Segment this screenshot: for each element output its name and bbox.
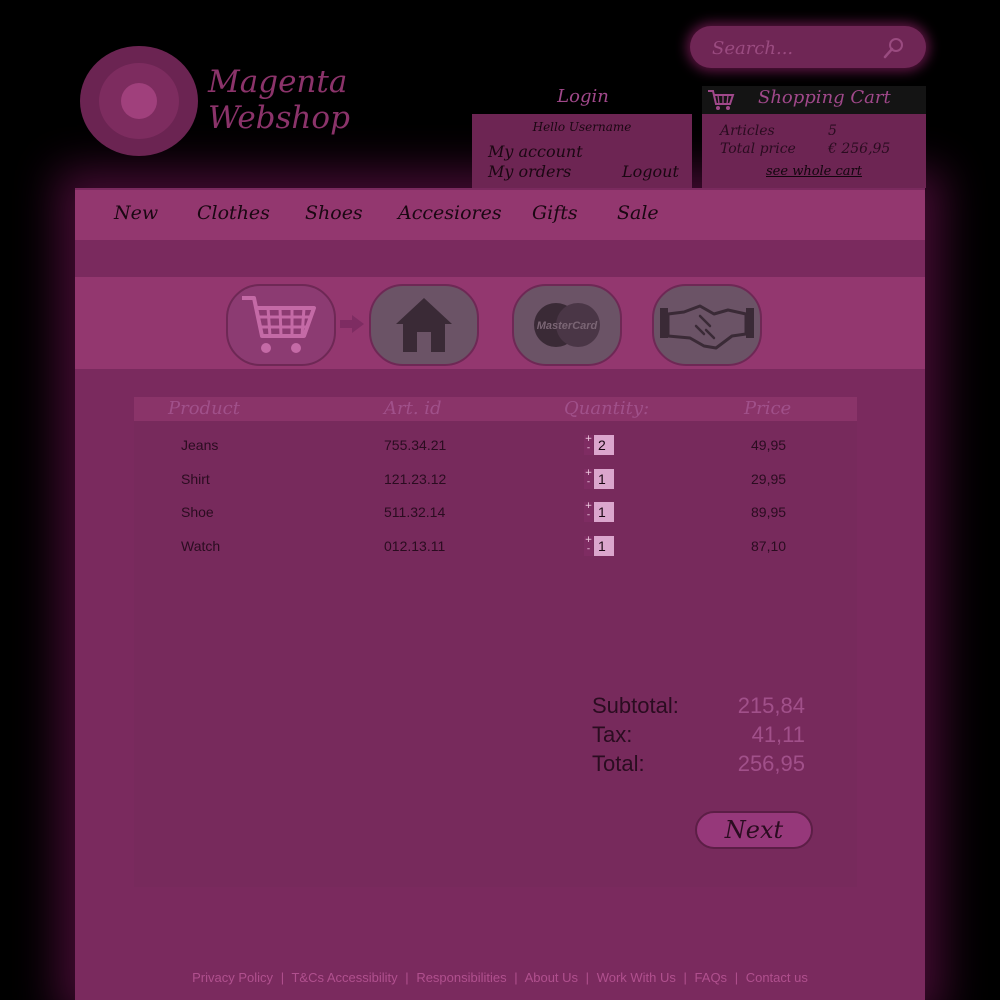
footer-separator: | [514,970,518,985]
row-2-art-id: 121.23.12 [384,471,447,487]
footer-separator: | [683,970,687,985]
my-account-link[interactable]: My account [488,142,583,161]
total-value: 256,95 [737,751,805,776]
footer-separator: | [734,970,739,985]
step-arrow-icon [340,315,364,333]
row-2-price: 29,95 [751,471,787,487]
row-2-quantity: + - 1 [584,469,614,489]
quantity-input[interactable]: 1 [594,469,614,489]
logo-dot [121,83,157,119]
login-title: Login [557,86,609,107]
mastercard-text: MasterCard [537,320,598,332]
row-1-quantity: + - 2 [584,435,614,455]
cart-title: Shopping Cart [758,87,891,108]
logo-icon [80,46,198,156]
shopping-cart-icon [708,90,735,110]
quantity-input[interactable]: 2 [594,435,614,455]
search-bar [690,26,926,68]
footer-about-link[interactable]: About Us [525,970,578,985]
subtotal-label: Subtotal: [592,693,679,718]
footer-links: Privacy Policy | T&Cs Accessibility | Re… [75,970,925,985]
cart-icon [242,296,316,353]
row-1-product: Jeans [181,437,219,453]
articles-value: 5 [828,123,837,139]
row-3-product: Shoe [181,504,214,520]
logo-text[interactable]: Magenta Webshop [208,64,350,136]
articles-label: Articles [720,123,775,139]
footer-privacy-link[interactable]: Privacy Policy [192,970,273,985]
quantity-stepper[interactable]: + - [584,536,593,556]
step-confirm[interactable] [652,284,762,366]
row-4-art-id: 012.13.11 [384,538,446,554]
see-whole-cart-link[interactable]: see whole cart [702,164,926,179]
house-icon [396,298,452,352]
quantity-input[interactable]: 1 [594,502,614,522]
footer-separator: | [405,970,409,985]
nav-item-clothes[interactable]: Clothes [197,202,270,224]
my-orders-link[interactable]: My orders [488,162,571,181]
quantity-stepper[interactable]: + - [584,435,593,455]
step-cart[interactable] [226,284,336,366]
row-4-price: 87,10 [751,538,787,554]
cart-header: Shopping Cart [702,86,926,114]
col-art-id: Art. id [384,398,442,419]
row-3-quantity: + - 1 [584,502,614,522]
tax-value: 41,11 [751,722,805,747]
greeting-text: Hello Username [532,120,632,134]
nav-item-sale[interactable]: Sale [617,202,659,224]
col-product: Product [168,398,240,419]
next-button[interactable]: Next [695,811,813,849]
footer-responsibilities-link[interactable]: Responsibilities [416,970,506,985]
row-2-product: Shirt [181,471,210,487]
total-price-label: Total price [720,141,796,157]
tax-label: Tax: [592,722,633,747]
nav-item-gifts[interactable]: Gifts [532,202,578,224]
nav-item-new[interactable]: New [114,202,158,224]
checkout-steps [75,277,925,369]
row-4-quantity: + - 1 [584,536,614,556]
row-1-art-id: 755.34.21 [384,437,447,453]
footer-contact-link[interactable]: Contact us [746,970,808,985]
row-4-product: Watch [181,538,221,554]
subtotal-value: 215,84 [737,693,805,718]
handshake-icon [660,304,754,350]
search-icon[interactable] [882,36,906,60]
step-address[interactable] [369,284,479,366]
footer-work-link[interactable]: Work With Us [597,970,676,985]
logout-link[interactable]: Logout [622,162,679,181]
footer-separator: | [585,970,590,985]
quantity-stepper[interactable]: + - [584,469,593,489]
quantity-stepper[interactable]: + - [584,502,593,522]
col-price: Price [744,398,792,419]
nav-item-shoes[interactable]: Shoes [305,202,363,224]
total-price-value: € 256,95 [828,141,891,157]
footer-separator: | [280,970,285,985]
cart-summary: Articles 5 Total price € 256,95 see whol… [702,114,926,188]
login-box: Hello Username My account My orders Logo… [472,114,692,188]
footer-faqs-link[interactable]: FAQs [695,970,728,985]
footer-tcs-link[interactable]: T&Cs Accessibility [291,970,397,985]
row-3-art-id: 511.32.14 [384,504,446,520]
main-nav: New Clothes Shoes Accesiores Gifts Sale [75,190,925,240]
search-input[interactable] [710,34,884,62]
row-1-price: 49,95 [751,437,787,453]
step-payment[interactable]: MasterCard [512,284,622,366]
nav-item-accessories[interactable]: Accesiores [398,202,502,224]
mastercard-icon: MasterCard [534,303,600,347]
quantity-input[interactable]: 1 [594,536,614,556]
logo-line-2: Webshop [208,100,350,136]
row-3-price: 89,95 [751,504,787,520]
total-label: Total: [592,751,645,776]
logo-ring [99,63,179,139]
logo-line-1: Magenta [208,64,348,100]
col-quantity: Quantity: [564,398,650,419]
